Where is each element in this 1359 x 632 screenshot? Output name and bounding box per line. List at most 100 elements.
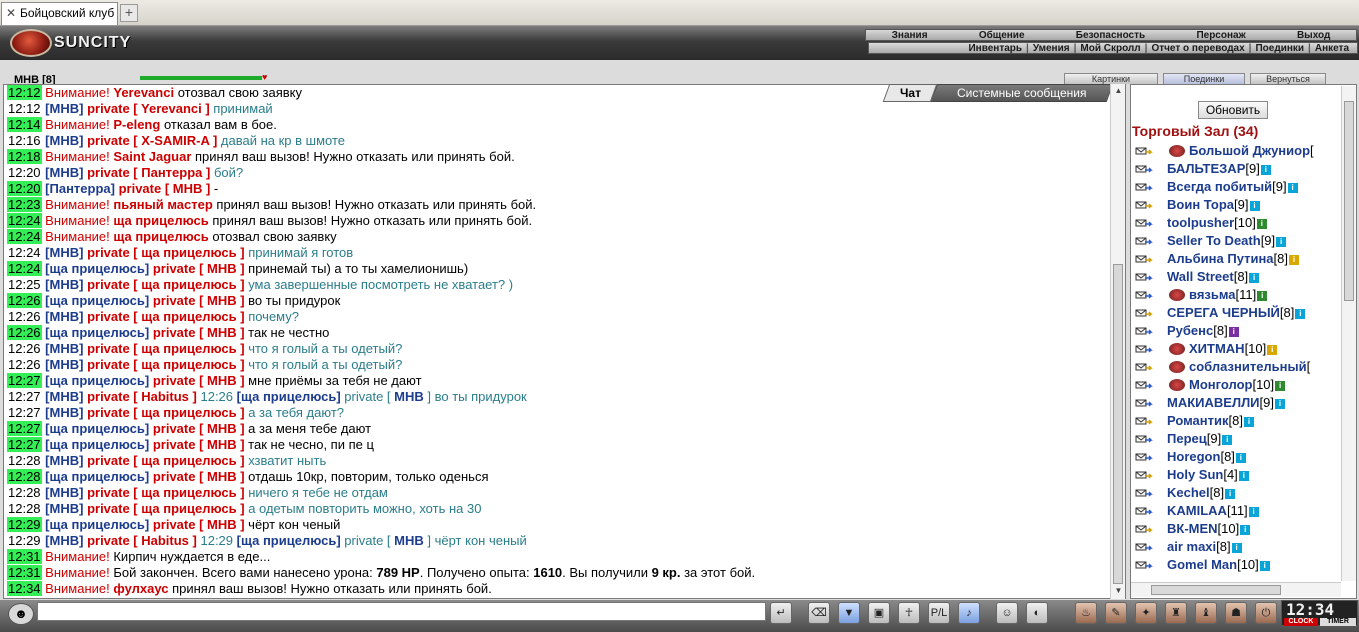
scroll-icon[interactable]: ✎	[1105, 602, 1127, 624]
chat-segment[interactable]: пьяный мастер	[113, 197, 212, 212]
user-nick[interactable]: Альбина Путина	[1167, 251, 1274, 266]
user-name[interactable]: Всегда побитый[9] i	[1167, 178, 1298, 196]
clan-badge-icon[interactable]	[1169, 343, 1185, 355]
chat-segment[interactable]: private [ Yerevanci ]	[87, 101, 213, 116]
chat-timestamp[interactable]: 12:24	[7, 213, 42, 228]
chat-segment[interactable]: private [ МНВ ]	[153, 469, 248, 484]
user-name[interactable]: KAMILAA[11] i	[1167, 502, 1259, 520]
user-nick[interactable]: Horegon	[1167, 449, 1220, 464]
user-name[interactable]: Романтик[8] i	[1167, 412, 1254, 430]
pictures-button[interactable]: Картинки	[1064, 73, 1158, 84]
chat-segment[interactable]: [ща прицелюсь]	[45, 517, 153, 532]
chat-segment[interactable]: private [ МНВ ]	[153, 325, 248, 340]
user-info-icon[interactable]: i	[1275, 380, 1286, 391]
chat-segment[interactable]: private [ МНВ ]	[153, 437, 248, 452]
chat-segment[interactable]: ща прицелюсь	[113, 213, 208, 228]
chat-timestamp[interactable]: 12:24	[7, 261, 42, 276]
user-row[interactable]: Романтик[8] i	[1131, 412, 1341, 430]
chat-segment[interactable]: private [ МНВ ]	[153, 261, 248, 276]
user-info-icon[interactable]: i	[1231, 542, 1242, 553]
user-nick[interactable]: соблазнительный	[1189, 359, 1307, 374]
user-row[interactable]: Gomel Man[10] i	[1131, 556, 1341, 574]
music-icon[interactable]: ♪	[958, 602, 980, 624]
user-nick[interactable]: toolpusher	[1167, 215, 1234, 230]
user-info-icon[interactable]: i	[1238, 470, 1249, 481]
private-message-icon[interactable]	[1135, 523, 1153, 535]
chat-timestamp[interactable]: 12:24	[7, 245, 42, 260]
user-nick[interactable]: KAMILAA	[1167, 503, 1227, 518]
user-name[interactable]: СЕРЕГА ЧЕРНЫЙ[8] i	[1167, 304, 1306, 322]
user-info-icon[interactable]: i	[1249, 200, 1260, 211]
private-message-icon[interactable]	[1135, 343, 1153, 355]
user-name[interactable]: Horegon[8] i	[1167, 448, 1246, 466]
chat-input[interactable]	[37, 602, 766, 621]
send-icon[interactable]: ↵	[770, 602, 792, 624]
chat-segment[interactable]: private [ Habitus ]	[87, 533, 200, 548]
user-row[interactable]: соблазнительный[	[1131, 358, 1341, 376]
user-hscroll-thumb[interactable]	[1151, 585, 1281, 595]
chat-timestamp[interactable]: 12:14	[7, 117, 42, 132]
tab-system-messages[interactable]: Системные сообщения	[930, 84, 1114, 102]
chat-scrollbar[interactable]: ▲ ▼	[1110, 84, 1125, 599]
private-message-icon[interactable]	[1135, 397, 1153, 409]
chat-segment[interactable]: [ща прицелюсь]	[45, 373, 153, 388]
user-row[interactable]: ХИТМАН[10] i	[1131, 340, 1341, 358]
user-info-icon[interactable]: i	[1259, 560, 1270, 571]
chat-segment[interactable]: фулхаус	[113, 581, 168, 596]
user-name[interactable]: ВК-MEN[10] i	[1167, 520, 1251, 538]
user-nick[interactable]: Романтик	[1167, 413, 1229, 428]
potion-icon[interactable]: ♨	[1075, 602, 1097, 624]
user-name[interactable]: Перец[9] i	[1167, 430, 1233, 448]
menu-character[interactable]: Персонаж	[1196, 30, 1245, 41]
user-row[interactable]: СЕРЕГА ЧЕРНЫЙ[8] i	[1131, 304, 1341, 322]
user-row[interactable]: Wall Street[8] i	[1131, 268, 1341, 286]
user-name[interactable]: Gomel Man[10] i	[1167, 556, 1270, 574]
user-name[interactable]: Воин Тора[9] i	[1167, 196, 1260, 214]
user-name[interactable]: Kechel[8] i	[1167, 484, 1236, 502]
user-name[interactable]: Альбина Путина[8] i	[1167, 250, 1299, 268]
user-info-icon[interactable]: i	[1248, 506, 1259, 517]
chat-timestamp[interactable]: 12:34	[7, 581, 42, 596]
private-message-icon[interactable]	[1135, 325, 1153, 337]
clock-label[interactable]: CLOCK	[1284, 618, 1318, 626]
chat-timestamp[interactable]: 12:28	[7, 501, 42, 516]
chat-segment[interactable]: private [ Пантерра ]	[87, 165, 214, 180]
bag-icon[interactable]: ♜	[1165, 602, 1187, 624]
chat-segment[interactable]: [МНВ]	[45, 533, 87, 548]
submenu-inventory[interactable]: Инвентарь	[968, 43, 1022, 54]
user-nick[interactable]: ХИТМАН	[1189, 341, 1245, 356]
user-info-icon[interactable]: i	[1235, 452, 1246, 463]
clan-badge-icon[interactable]	[1169, 379, 1185, 391]
chat-timestamp[interactable]: 12:20	[7, 181, 42, 196]
chat-segment[interactable]: [МНВ]	[45, 357, 87, 372]
user-info-icon[interactable]: i	[1275, 398, 1285, 409]
user-row[interactable]: Horegon[8] i	[1131, 448, 1341, 466]
chat-segment[interactable]: МНВ	[394, 533, 424, 548]
user-name[interactable]: вязьма[11] i	[1169, 286, 1268, 304]
user-name[interactable]: соблазнительный[	[1169, 358, 1310, 376]
user-nick[interactable]: БАЛЬТЕЗАР	[1167, 161, 1245, 176]
clan-badge-icon[interactable]	[1169, 289, 1185, 301]
translit-icon[interactable]: P/L	[928, 602, 950, 624]
chat-segment[interactable]: private [ ща прицелюсь ]	[87, 277, 248, 292]
submenu-transfers[interactable]: Отчет о переводах	[1151, 43, 1244, 54]
chat-segment[interactable]: private [ МНВ ]	[119, 181, 214, 196]
chat-timestamp[interactable]: 12:28	[7, 485, 42, 500]
chat-segment[interactable]: P-eleng	[113, 117, 160, 132]
private-message-icon[interactable]	[1135, 289, 1153, 301]
chat-timestamp[interactable]: 12:27	[7, 437, 42, 452]
user-row[interactable]: БАЛЬТЕЗАР[9] i	[1131, 160, 1341, 178]
chat-segment[interactable]: [ща прицелюсь]	[45, 437, 153, 452]
clan-badge-icon[interactable]	[1169, 361, 1185, 373]
user-name[interactable]: Большой Джуниор[	[1169, 142, 1314, 160]
chat-timestamp[interactable]: 12:12	[7, 101, 42, 116]
chat-segment[interactable]: ща прицелюсь	[113, 229, 208, 244]
user-nick[interactable]: МАКИАВЕЛЛИ	[1167, 395, 1260, 410]
private-message-icon[interactable]	[1135, 379, 1153, 391]
chat-timestamp[interactable]: 12:28	[7, 453, 42, 468]
private-message-icon[interactable]	[1135, 451, 1153, 463]
goblet-icon[interactable]: ♝	[1195, 602, 1217, 624]
new-tab-button[interactable]: +	[120, 4, 138, 22]
user-name[interactable]: Seller To Death[9] i	[1167, 232, 1287, 250]
user-row[interactable]: Монголор[10] i	[1131, 376, 1341, 394]
